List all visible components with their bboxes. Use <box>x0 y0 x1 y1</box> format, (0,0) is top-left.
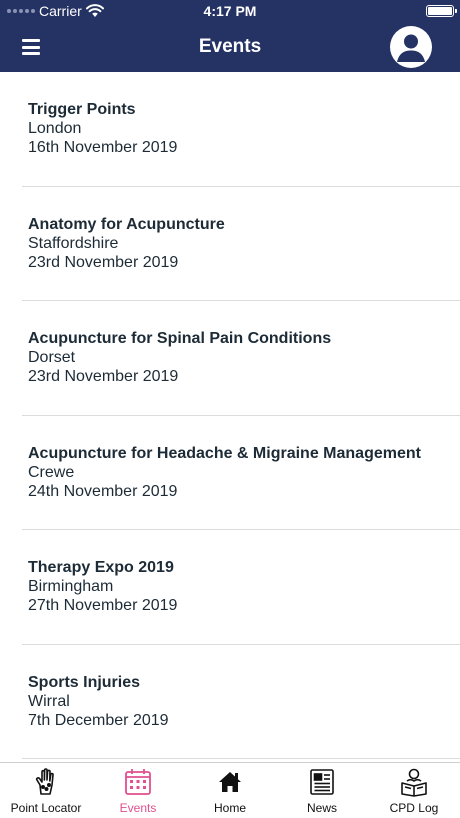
person-reading-icon <box>399 767 429 797</box>
event-location: Staffordshire <box>28 234 119 252</box>
newspaper-icon <box>307 767 337 797</box>
tab-label: Events <box>119 801 157 815</box>
event-list-item[interactable]: Acupuncture for Headache & Migraine Mana… <box>0 416 460 531</box>
tab-bar: Point Locator Events Home News CPD Log <box>0 762 460 818</box>
home-icon <box>215 767 245 797</box>
hand-points-icon <box>31 767 61 797</box>
status-time: 4:17 PM <box>203 3 257 19</box>
tab-news[interactable]: News <box>276 763 368 818</box>
tab-label: Point Locator <box>10 801 82 815</box>
event-list-item[interactable]: Trigger Points London 16th November 2019 <box>0 72 460 187</box>
app-header: Carrier 4:17 PM Events <box>0 0 460 72</box>
event-date: 23rd November 2019 <box>28 368 179 385</box>
event-title: Anatomy for Acupuncture <box>28 215 225 233</box>
status-bar: Carrier 4:17 PM <box>0 0 460 24</box>
event-date: 7th December 2019 <box>28 711 169 729</box>
event-location: Birmingham <box>28 578 114 595</box>
tab-cpd-log[interactable]: CPD Log <box>368 763 460 818</box>
event-list: Trigger Points London 16th November 2019 An… <box>0 72 460 762</box>
event-list-item[interactable]: Sports Injuries Wirral 7th December 2019 <box>0 645 460 760</box>
event-list-item[interactable]: Therapy Expo 2019 Birmingham 27th November… <box>0 530 460 645</box>
tab-label: News <box>306 801 337 815</box>
event-list-item[interactable]: Anatomy for Acupuncture Staffordshire 23rd… <box>0 187 460 302</box>
tab-label: CPD Log <box>389 801 439 815</box>
event-date: 23rd November 2019 <box>28 253 179 271</box>
event-location: London <box>28 120 82 137</box>
event-location: Wirral <box>28 692 70 710</box>
event-title: Trigger Points <box>28 101 136 118</box>
tab-label: Home <box>213 801 246 815</box>
calendar-icon <box>123 767 153 797</box>
battery-icon <box>426 5 457 17</box>
user-avatar-icon[interactable] <box>390 26 432 68</box>
event-title: Sports Injuries <box>28 673 141 691</box>
event-date: 16th November 2019 <box>28 139 178 156</box>
tab-home[interactable]: Home <box>184 763 276 818</box>
event-location: Crewe <box>28 463 75 481</box>
event-date: 24th November 2019 <box>28 482 178 500</box>
event-title: Therapy Expo 2019 <box>28 559 174 576</box>
tab-events[interactable]: Events <box>92 763 184 818</box>
event-title: Acupuncture for Spinal Pain Conditions <box>28 330 332 347</box>
event-date: 27th November 2019 <box>28 597 178 614</box>
event-title: Acupuncture for Headache & Migraine Mana… <box>28 444 421 462</box>
tab-point-locator[interactable]: Point Locator <box>0 763 92 818</box>
event-list-item[interactable]: Acupuncture for Spinal Pain Conditions Do… <box>0 301 460 416</box>
event-location: Dorset <box>28 349 76 366</box>
